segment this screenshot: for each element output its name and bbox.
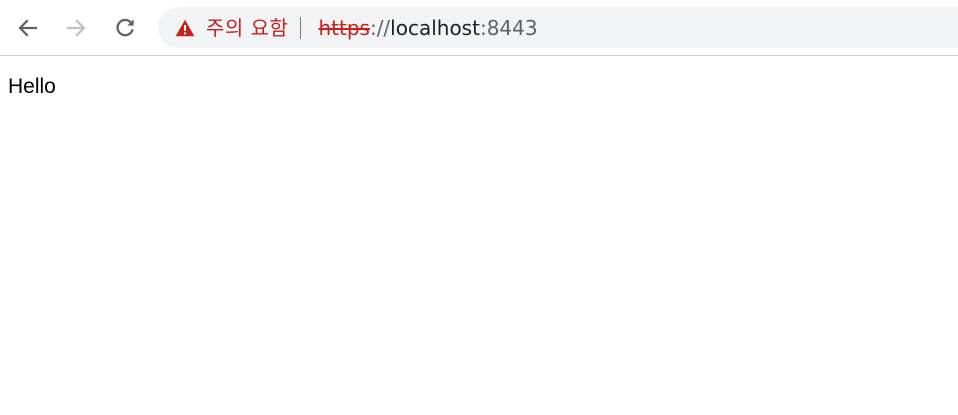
forward-button[interactable] (58, 10, 94, 46)
url-port: :8443 (479, 15, 538, 40)
reload-button[interactable] (107, 10, 143, 46)
security-warning-label: 주의 요함 (206, 15, 289, 40)
page-text: Hello (8, 75, 56, 98)
url-text[interactable]: https://localhost:8443 (318, 18, 537, 38)
chip-separator (300, 16, 302, 39)
url-host: localhost (390, 15, 480, 40)
browser-toolbar: 주의 요함 https://localhost:8443 (0, 0, 958, 56)
url-scheme: https (318, 15, 370, 40)
arrow-left-icon (18, 19, 38, 37)
reload-icon (116, 18, 134, 37)
warning-triangle-icon (175, 19, 195, 36)
back-button[interactable] (10, 10, 46, 46)
page-content: Hello (0, 56, 958, 415)
address-bar[interactable]: 주의 요함 https://localhost:8443 (158, 7, 958, 48)
security-chip[interactable]: 주의 요함 (175, 7, 288, 48)
url-separator: :// (369, 15, 391, 40)
arrow-right-icon (66, 19, 86, 37)
